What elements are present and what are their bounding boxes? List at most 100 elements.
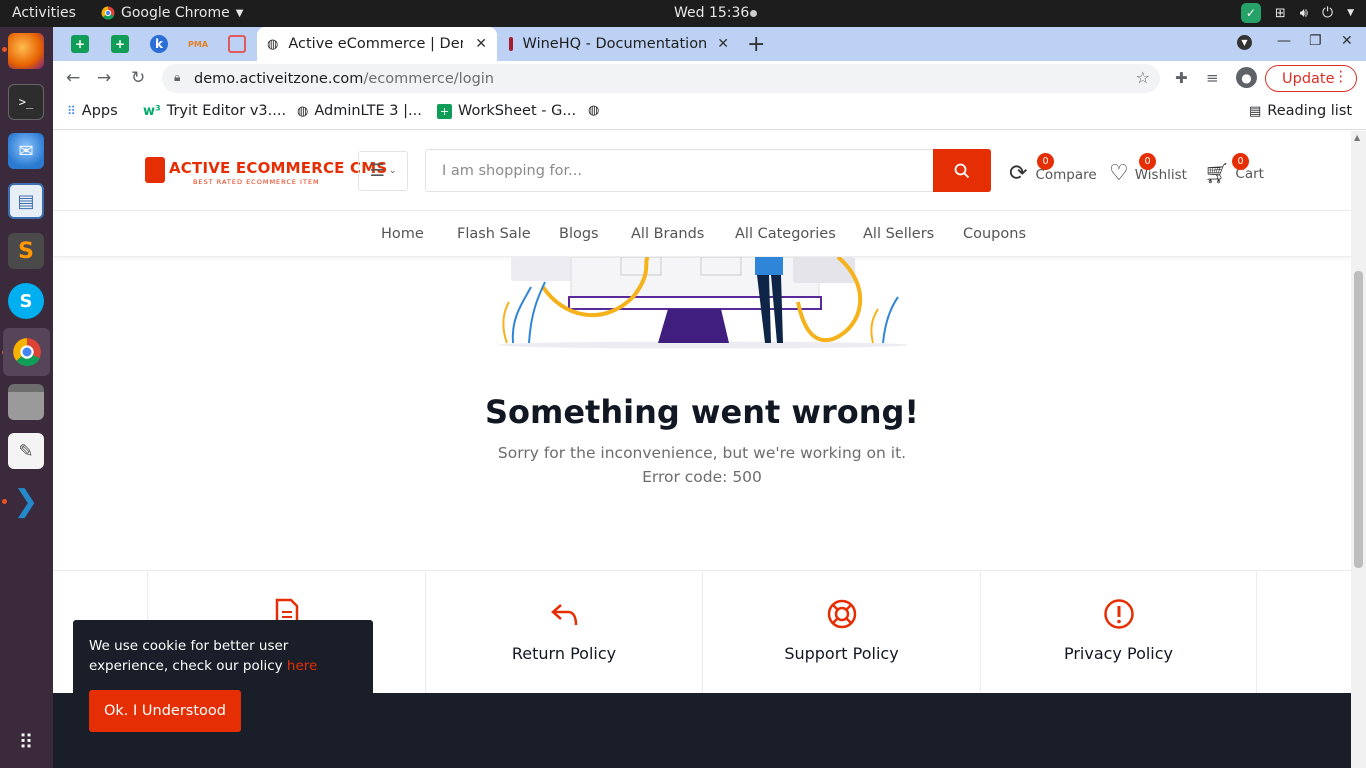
volume-icon[interactable]: 🔊︎ xyxy=(1300,6,1308,21)
url-path: /ecommerce/login xyxy=(363,70,495,87)
hamburger-icon: ☰ xyxy=(369,161,385,181)
globe-icon: ◍ xyxy=(588,103,600,118)
tab-title: Active eCommerce | Demo xyxy=(288,36,464,52)
new-tab-icon[interactable]: + xyxy=(747,32,765,57)
search-placeholder: I am shopping for... xyxy=(442,162,582,179)
reading-list-button[interactable]: ▤ Reading list xyxy=(1249,103,1352,119)
back-icon[interactable]: ← xyxy=(66,68,80,88)
compare-icon: ⟳ xyxy=(1009,161,1028,186)
files-icon[interactable] xyxy=(8,384,44,420)
cookie-message: We use cookie for better user experience… xyxy=(89,638,289,674)
category-menu-button[interactable]: ☰ ⌄ xyxy=(358,151,408,191)
update-button[interactable]: Update ⋮ xyxy=(1265,65,1357,92)
sheets-pinned-tab-icon[interactable]: + xyxy=(111,35,129,53)
tab-active-ecommerce[interactable]: ◍ Active eCommerce | Demo ✕ xyxy=(257,27,497,61)
sheets-pinned-tab-icon[interactable]: + xyxy=(71,35,89,53)
page-scrollbar[interactable]: ▲ xyxy=(1351,131,1366,768)
bookmark-adminlte[interactable]: ◍ AdminLTE 3 |... xyxy=(297,103,422,119)
system-tray[interactable]: ✓ ⊞ 🔊︎ ⏻ ▼ xyxy=(1240,3,1354,23)
app-menu[interactable]: Google Chrome ▼ xyxy=(101,5,243,21)
cookie-banner: We use cookie for better user experience… xyxy=(73,620,373,768)
scrollbar-thumb[interactable] xyxy=(1354,271,1363,568)
document-viewer-icon[interactable]: ▤ xyxy=(8,183,44,219)
forward-icon[interactable]: → xyxy=(97,68,111,88)
close-tab-icon[interactable]: ✕ xyxy=(717,36,729,52)
close-window-icon[interactable]: ✕ xyxy=(1341,33,1353,49)
laravel-pinned-tab-icon[interactable] xyxy=(228,35,246,53)
sublime-text-icon[interactable]: S xyxy=(8,233,44,269)
clock[interactable]: Wed 15:36 xyxy=(674,5,749,21)
nav-coupons[interactable]: Coupons xyxy=(963,226,1026,242)
bookmark-globe[interactable]: ◍ xyxy=(588,103,599,118)
bookmark-label: WorkSheet - G... xyxy=(458,103,577,119)
nav-home[interactable]: Home xyxy=(381,226,424,242)
power-icon[interactable]: ⏻ xyxy=(1322,5,1333,21)
site-header: ACTIVE ECOMMERCE CMS BEST RATED ECOMMERC… xyxy=(53,131,1351,211)
cookie-policy-link[interactable]: here xyxy=(287,658,317,674)
bookmark-apps[interactable]: ⠿ Apps xyxy=(67,103,118,119)
text-editor-icon[interactable]: ✎ xyxy=(8,433,44,469)
logo-text: ACTIVE ECOMMERCE CMS xyxy=(169,159,388,177)
network-icon[interactable]: ⊞ xyxy=(1275,6,1286,21)
chevron-down-icon[interactable]: ▼ xyxy=(1347,8,1354,18)
update-shield-icon[interactable]: ✓ xyxy=(1240,3,1261,23)
bookmark-label: Apps xyxy=(81,103,118,119)
address-bar[interactable]: 🔒︎ demo.activeitzone.com/ecommerce/login… xyxy=(162,64,1160,93)
search-icon xyxy=(954,163,970,178)
skype-icon[interactable]: S xyxy=(8,283,44,319)
nav-all-categories[interactable]: All Categories xyxy=(735,226,836,242)
search-input[interactable]: I am shopping for... xyxy=(425,149,991,192)
reading-list-label: Reading list xyxy=(1267,103,1353,119)
nav-blogs[interactable]: Blogs xyxy=(559,226,599,242)
search-button[interactable] xyxy=(933,149,991,192)
bookmark-worksheet[interactable]: + WorkSheet - G... xyxy=(437,103,576,119)
main-nav: Home Flash Sale Blogs All Brands All Cat… xyxy=(53,212,1351,257)
update-label: Update xyxy=(1282,70,1335,87)
chrome-dock-icon[interactable] xyxy=(3,328,50,376)
activities-button[interactable]: Activities xyxy=(12,5,76,21)
gnome-top-bar: Activities Google Chrome ▼ Wed 15:36 ✓ ⊞… xyxy=(0,0,1366,27)
thunderbird-icon[interactable]: ✉ xyxy=(8,133,44,169)
running-indicator xyxy=(2,47,7,52)
minimize-icon[interactable]: — xyxy=(1277,33,1291,49)
bookmark-tryit[interactable]: w³ Tryit Editor v3.... xyxy=(143,103,286,119)
cookie-accept-button[interactable]: Ok. I Understood xyxy=(89,690,241,732)
scroll-up-icon[interactable]: ▲ xyxy=(1354,133,1360,142)
media-control-icon[interactable]: ≡ xyxy=(1206,69,1219,87)
reload-icon[interactable]: ↻ xyxy=(131,68,145,88)
close-tab-icon[interactable]: ✕ xyxy=(475,36,487,52)
cart-count-badge: 0 xyxy=(1232,153,1249,170)
tab-winehq[interactable]: WineHQ - Documentation ✕ xyxy=(499,27,739,61)
logo-tagline: BEST RATED ECOMMERCE ITEM xyxy=(193,178,320,186)
show-applications-icon[interactable]: ⠿ xyxy=(8,724,44,760)
nav-all-sellers[interactable]: All Sellers xyxy=(863,226,934,242)
phpmyadmin-pinned-tab-icon[interactable]: PMA xyxy=(188,35,208,53)
tab-search-icon[interactable]: ▼ xyxy=(1237,35,1252,50)
restore-icon[interactable]: ❐ xyxy=(1309,33,1322,49)
firefox-icon[interactable] xyxy=(8,33,44,69)
site-logo[interactable]: ACTIVE ECOMMERCE CMS BEST RATED ECOMMERC… xyxy=(145,153,387,191)
terminal-icon[interactable]: >_ xyxy=(8,84,44,120)
cart-icon: 🛒︎ xyxy=(1204,161,1230,185)
chrome-icon xyxy=(101,6,115,20)
return-policy-card[interactable]: Return Policy xyxy=(425,571,702,694)
apps-grid-icon: ⠿ xyxy=(67,104,76,118)
wishlist-label: Wishlist xyxy=(1134,167,1187,183)
dock: >_ ✉ ▤ S S ✎ ❯ ⠿ xyxy=(0,27,53,768)
bookmark-star-icon[interactable]: ☆ xyxy=(1136,68,1150,87)
profile-avatar-icon[interactable]: ● xyxy=(1236,67,1257,88)
nav-flash-sale[interactable]: Flash Sale xyxy=(457,226,531,242)
lock-icon: 🔒︎ xyxy=(174,70,181,84)
support-policy-card[interactable]: Support Policy xyxy=(702,571,980,694)
privacy-policy-card[interactable]: Privacy Policy xyxy=(980,571,1257,694)
notification-dot xyxy=(750,10,757,17)
k-pinned-tab-icon[interactable]: k xyxy=(150,35,168,53)
extensions-icon[interactable]: ✚ xyxy=(1175,69,1188,87)
return-arrow-icon xyxy=(551,604,578,626)
nav-all-brands[interactable]: All Brands xyxy=(631,226,704,242)
browser-window: + + k PMA ◍ Active eCommerce | Demo ✕ Wi… xyxy=(53,27,1366,130)
lifebuoy-icon xyxy=(827,599,856,629)
globe-icon: ◍ xyxy=(267,36,279,52)
error-illustration xyxy=(498,257,908,349)
vscode-icon[interactable]: ❯ xyxy=(8,483,44,519)
